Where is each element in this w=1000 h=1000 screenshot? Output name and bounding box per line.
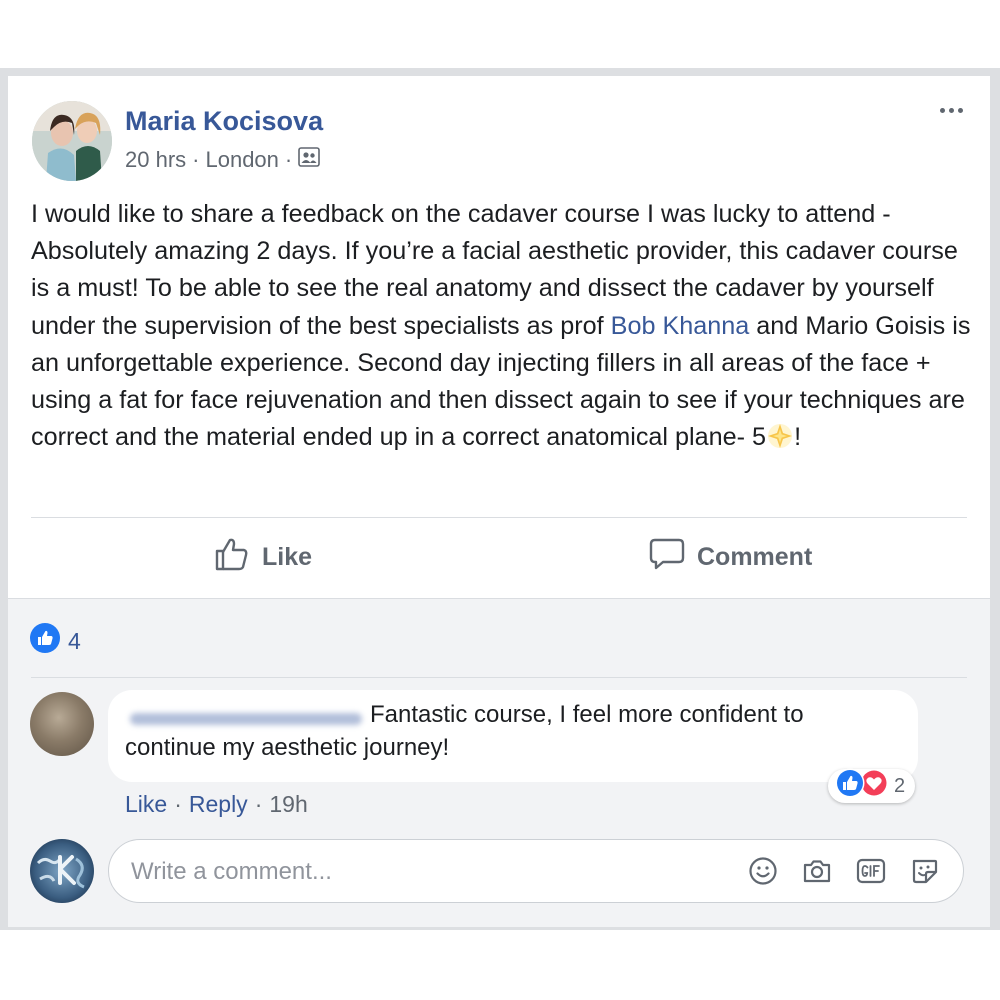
like-reaction-icon	[30, 623, 60, 659]
thumbs-up-outline-icon	[214, 536, 250, 579]
camera-icon[interactable]	[801, 855, 833, 887]
gif-icon[interactable]	[855, 855, 887, 887]
like-button[interactable]: Like	[214, 532, 312, 582]
comment-bubble-icon	[649, 536, 685, 579]
comment-time[interactable]: 19h	[269, 791, 307, 818]
comment-text-line1: Fantastic course, I feel more confident …	[370, 701, 804, 728]
like-label: Like	[262, 542, 313, 571]
post-meta: 20 hrs · London ·	[125, 147, 321, 173]
comment-button[interactable]: Comment	[649, 532, 812, 582]
glowing-star-icon	[766, 422, 794, 461]
divider	[31, 677, 967, 678]
post-location[interactable]: London	[205, 147, 278, 173]
emoji-icon[interactable]	[747, 855, 779, 887]
post-time[interactable]: 20 hrs	[125, 147, 186, 173]
comment-reply-link[interactable]: Reply	[189, 791, 248, 818]
comment-text-line2: continue my aesthetic journey!	[125, 734, 450, 761]
comment-label: Comment	[697, 542, 813, 571]
sticker-icon[interactable]	[909, 855, 941, 887]
post-text-end: !	[794, 423, 802, 452]
author-avatar[interactable]	[32, 101, 112, 181]
commenter-name-blurred[interactable]	[130, 713, 362, 725]
comment-composer	[108, 839, 964, 904]
comment-input[interactable]	[129, 840, 713, 904]
comment-reaction-count: 2	[894, 774, 906, 797]
friends-icon[interactable]	[298, 147, 321, 173]
mention-link[interactable]: Bob Khanna	[611, 312, 750, 340]
actions-separator: ·	[174, 791, 182, 817]
meta-separator: ·	[192, 147, 200, 172]
comments-section: 4 Fantastic course, I feel more confiden…	[8, 598, 990, 927]
author-name[interactable]: Maria Kocisova	[125, 106, 323, 137]
actions-separator: ·	[254, 791, 263, 817]
post-card: Maria Kocisova 20 hrs · London · I would…	[8, 76, 990, 927]
more-dots-icon[interactable]	[940, 108, 963, 113]
reaction-summary[interactable]: 4	[30, 623, 81, 659]
comment-actions: Like · Reply · 19h	[125, 791, 308, 818]
meta-separator: ·	[284, 147, 293, 172]
comment-like-link[interactable]: Like	[125, 791, 167, 818]
current-user-avatar[interactable]	[30, 839, 94, 903]
post-body: I would like to share a feedback on the …	[31, 196, 976, 461]
composer-icons	[747, 855, 941, 887]
comment-reaction-summary[interactable]: 2	[828, 767, 916, 805]
reaction-count: 4	[68, 627, 81, 654]
divider	[31, 517, 967, 518]
reaction-icons	[830, 767, 888, 805]
commenter-avatar[interactable]	[30, 692, 94, 756]
comment-bubble: Fantastic course, I feel more confident …	[108, 690, 918, 782]
